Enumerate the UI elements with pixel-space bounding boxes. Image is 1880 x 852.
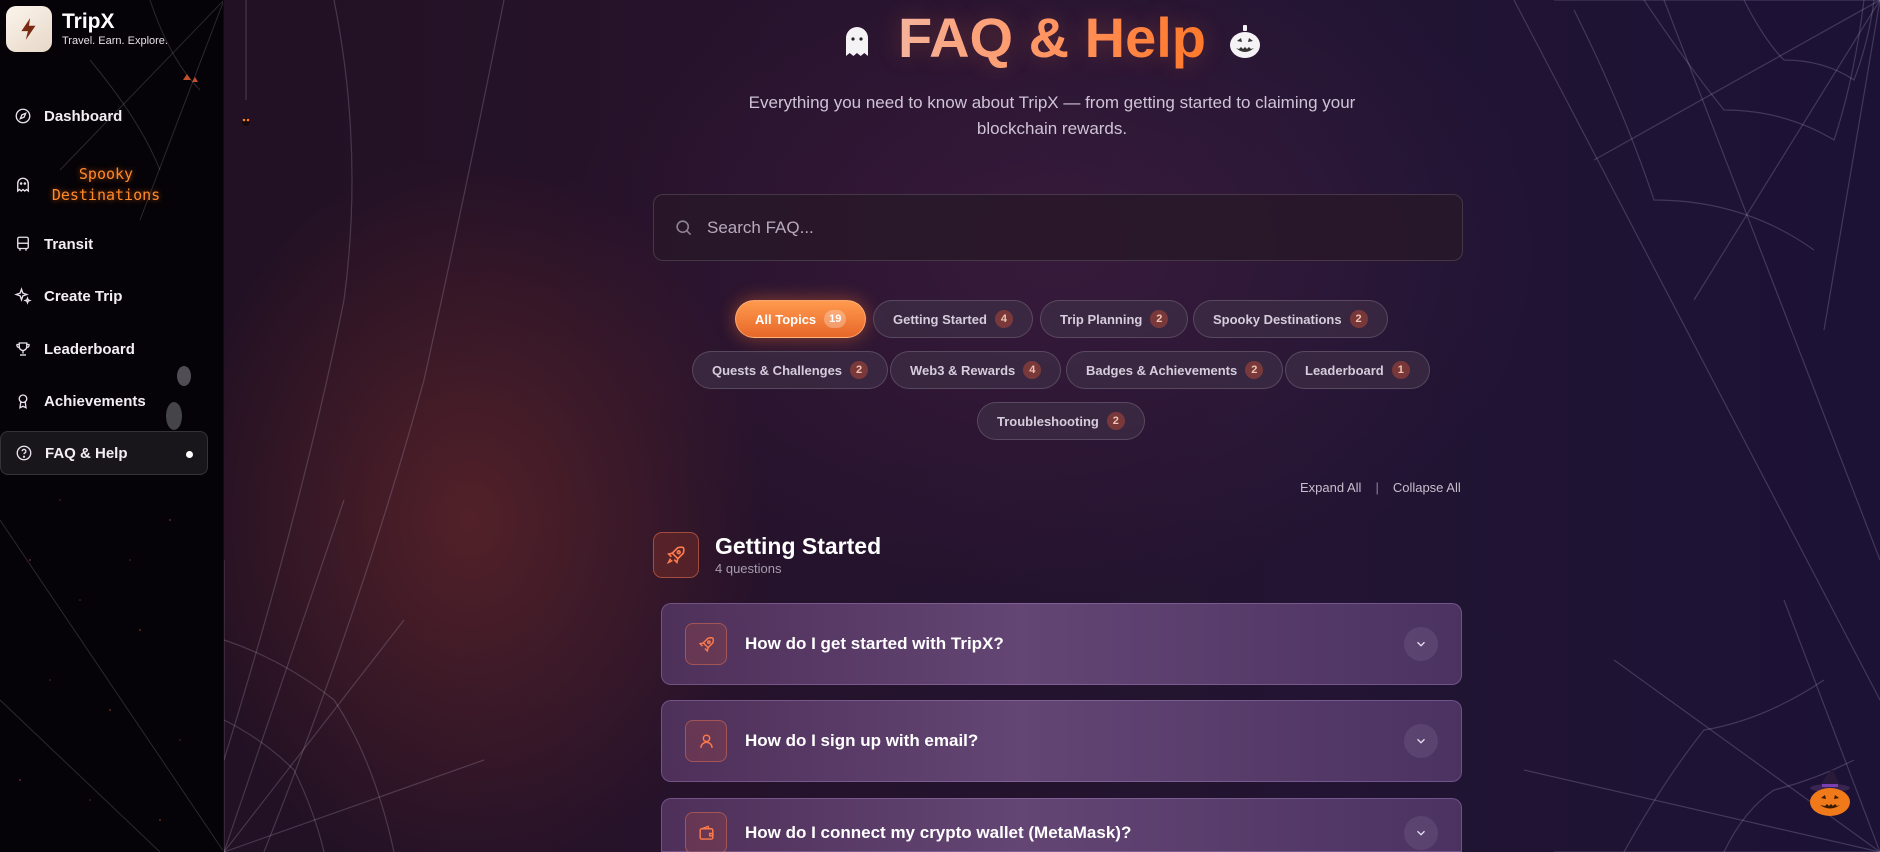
bus-icon xyxy=(17,236,29,251)
chevron-down-icon[interactable] xyxy=(1404,627,1438,661)
faq-section-header: Getting Started 4 questions xyxy=(653,532,881,578)
faq-item[interactable]: How do I sign up with email? xyxy=(661,700,1462,782)
brand-tagline: Travel. Earn. Explore. xyxy=(62,35,168,47)
filter-chip-label: Spooky Destinations xyxy=(1213,311,1342,327)
filter-chip-count: 4 xyxy=(994,310,1013,328)
main-content: FAQ & Help Everything you need to know a… xyxy=(224,0,1880,852)
filter-chip-count: 2 xyxy=(1349,310,1368,328)
search-input[interactable] xyxy=(707,217,1427,238)
sidebar-item-label: FAQ & Help xyxy=(45,444,128,462)
sidebar-item-label: Achievements xyxy=(44,392,146,410)
filter-chip-count: 19 xyxy=(824,310,847,328)
jack-o-lantern-icon xyxy=(1230,25,1261,59)
rocket-icon xyxy=(685,623,727,665)
filter-chip-all-topics[interactable]: All Topics 19 xyxy=(735,300,867,338)
sidebar-item-create-trip[interactable]: Create Trip xyxy=(0,274,208,318)
filter-chip-badges-achievements[interactable]: Badges & Achievements 2 xyxy=(1066,351,1284,389)
page-title: FAQ & Help xyxy=(897,6,1207,69)
sidebar-item-label: Dashboard xyxy=(44,107,123,125)
user-icon xyxy=(685,720,727,762)
compass-icon xyxy=(15,108,31,124)
filter-chip-trip-planning[interactable]: Trip Planning 2 xyxy=(1040,300,1189,338)
award-icon xyxy=(18,394,28,409)
filter-chip-count: 2 xyxy=(1106,412,1125,430)
filter-chip-getting-started[interactable]: Getting Started 4 xyxy=(873,300,1033,338)
search-icon xyxy=(676,220,692,236)
controls-separator: | xyxy=(1375,480,1379,495)
page-subtitle: Everything you need to know about TripX … xyxy=(748,93,1356,138)
filter-chip-web3-rewards[interactable]: Web3 & Rewards 4 xyxy=(890,351,1062,389)
ghost-icon xyxy=(17,177,29,193)
section-question-count: 4 questions xyxy=(715,561,782,576)
filter-chip-spooky-destinations[interactable]: Spooky Destinations 2 xyxy=(1193,300,1388,338)
sidebar-item-label: Transit xyxy=(44,235,94,253)
sidebar-item-faq-help[interactable]: FAQ & Help xyxy=(0,431,208,475)
sidebar-item-dashboard[interactable]: Dashboard xyxy=(0,94,208,138)
sidebar-item-label: Leaderboard xyxy=(44,340,135,358)
sidebar-item-leaderboard[interactable]: Leaderboard xyxy=(0,327,208,371)
sidebar: TripX Travel. Earn. Explore. Dashboard S… xyxy=(0,0,224,852)
filter-chip-label: Getting Started xyxy=(893,311,987,327)
brand[interactable]: TripX Travel. Earn. Explore. xyxy=(6,6,168,52)
page-title-row: FAQ & Help xyxy=(224,6,1880,70)
filter-chip-troubleshooting[interactable]: Troubleshooting 2 xyxy=(977,402,1145,440)
chevron-down-icon[interactable] xyxy=(1404,816,1438,850)
sparkles-icon xyxy=(14,287,32,305)
faq-question: How do I get started with TripX? xyxy=(745,634,1004,653)
filter-chip-count: 2 xyxy=(850,361,869,379)
filter-chip-label: Leaderboard xyxy=(1305,362,1384,378)
sidebar-item-label: Spooky Destinations xyxy=(51,165,161,204)
filter-chip-label: Quests & Challenges xyxy=(712,362,843,378)
faq-item[interactable]: How do I connect my crypto wallet (MetaM… xyxy=(661,798,1462,852)
collapse-all-button[interactable]: Collapse All xyxy=(1393,480,1461,495)
filter-chip-count: 2 xyxy=(1150,310,1169,328)
filter-chip-label: All Topics xyxy=(755,311,817,327)
rocket-icon xyxy=(653,532,699,578)
filter-chip-label: Badges & Achievements xyxy=(1086,362,1238,378)
filter-chip-label: Trip Planning xyxy=(1060,311,1143,327)
filter-chip-leaderboard[interactable]: Leaderboard 1 xyxy=(1285,351,1430,389)
faq-question: How do I connect my crypto wallet (MetaM… xyxy=(745,823,1132,842)
trophy-icon xyxy=(16,342,30,356)
lightning-logo-icon xyxy=(6,6,52,52)
faq-question: How do I sign up with email? xyxy=(745,731,979,750)
ghost-icon xyxy=(845,27,868,57)
filter-chip-label: Troubleshooting xyxy=(997,413,1099,429)
filter-chip-count: 1 xyxy=(1391,361,1410,379)
filter-chip-label: Web3 & Rewards xyxy=(910,362,1016,378)
sidebar-item-spooky-destinations[interactable]: Spooky Destinations xyxy=(0,156,208,214)
filter-chip-count: 2 xyxy=(1245,361,1264,379)
filter-chip-count: 4 xyxy=(1023,361,1042,379)
section-title: Getting Started xyxy=(715,533,882,559)
active-indicator-dot xyxy=(186,451,193,458)
chevron-down-icon[interactable] xyxy=(1404,724,1438,758)
help-circle-icon xyxy=(16,445,32,461)
expand-all-button[interactable]: Expand All xyxy=(1300,480,1361,495)
wallet-icon xyxy=(685,812,727,852)
faq-search-bar[interactable] xyxy=(653,194,1463,261)
sidebar-item-label: Create Trip xyxy=(44,287,123,305)
sidebar-item-transit[interactable]: Transit xyxy=(0,222,208,266)
filter-chip-quests-challenges[interactable]: Quests & Challenges 2 xyxy=(692,351,889,389)
faq-item[interactable]: How do I get started with TripX? xyxy=(661,603,1462,685)
brand-name: TripX xyxy=(62,10,115,33)
expand-collapse-controls: Expand All | Collapse All xyxy=(1300,480,1461,495)
sidebar-item-achievements[interactable]: Achievements xyxy=(0,379,208,423)
pumpkin-witch-hat-icon[interactable] xyxy=(1804,766,1856,818)
